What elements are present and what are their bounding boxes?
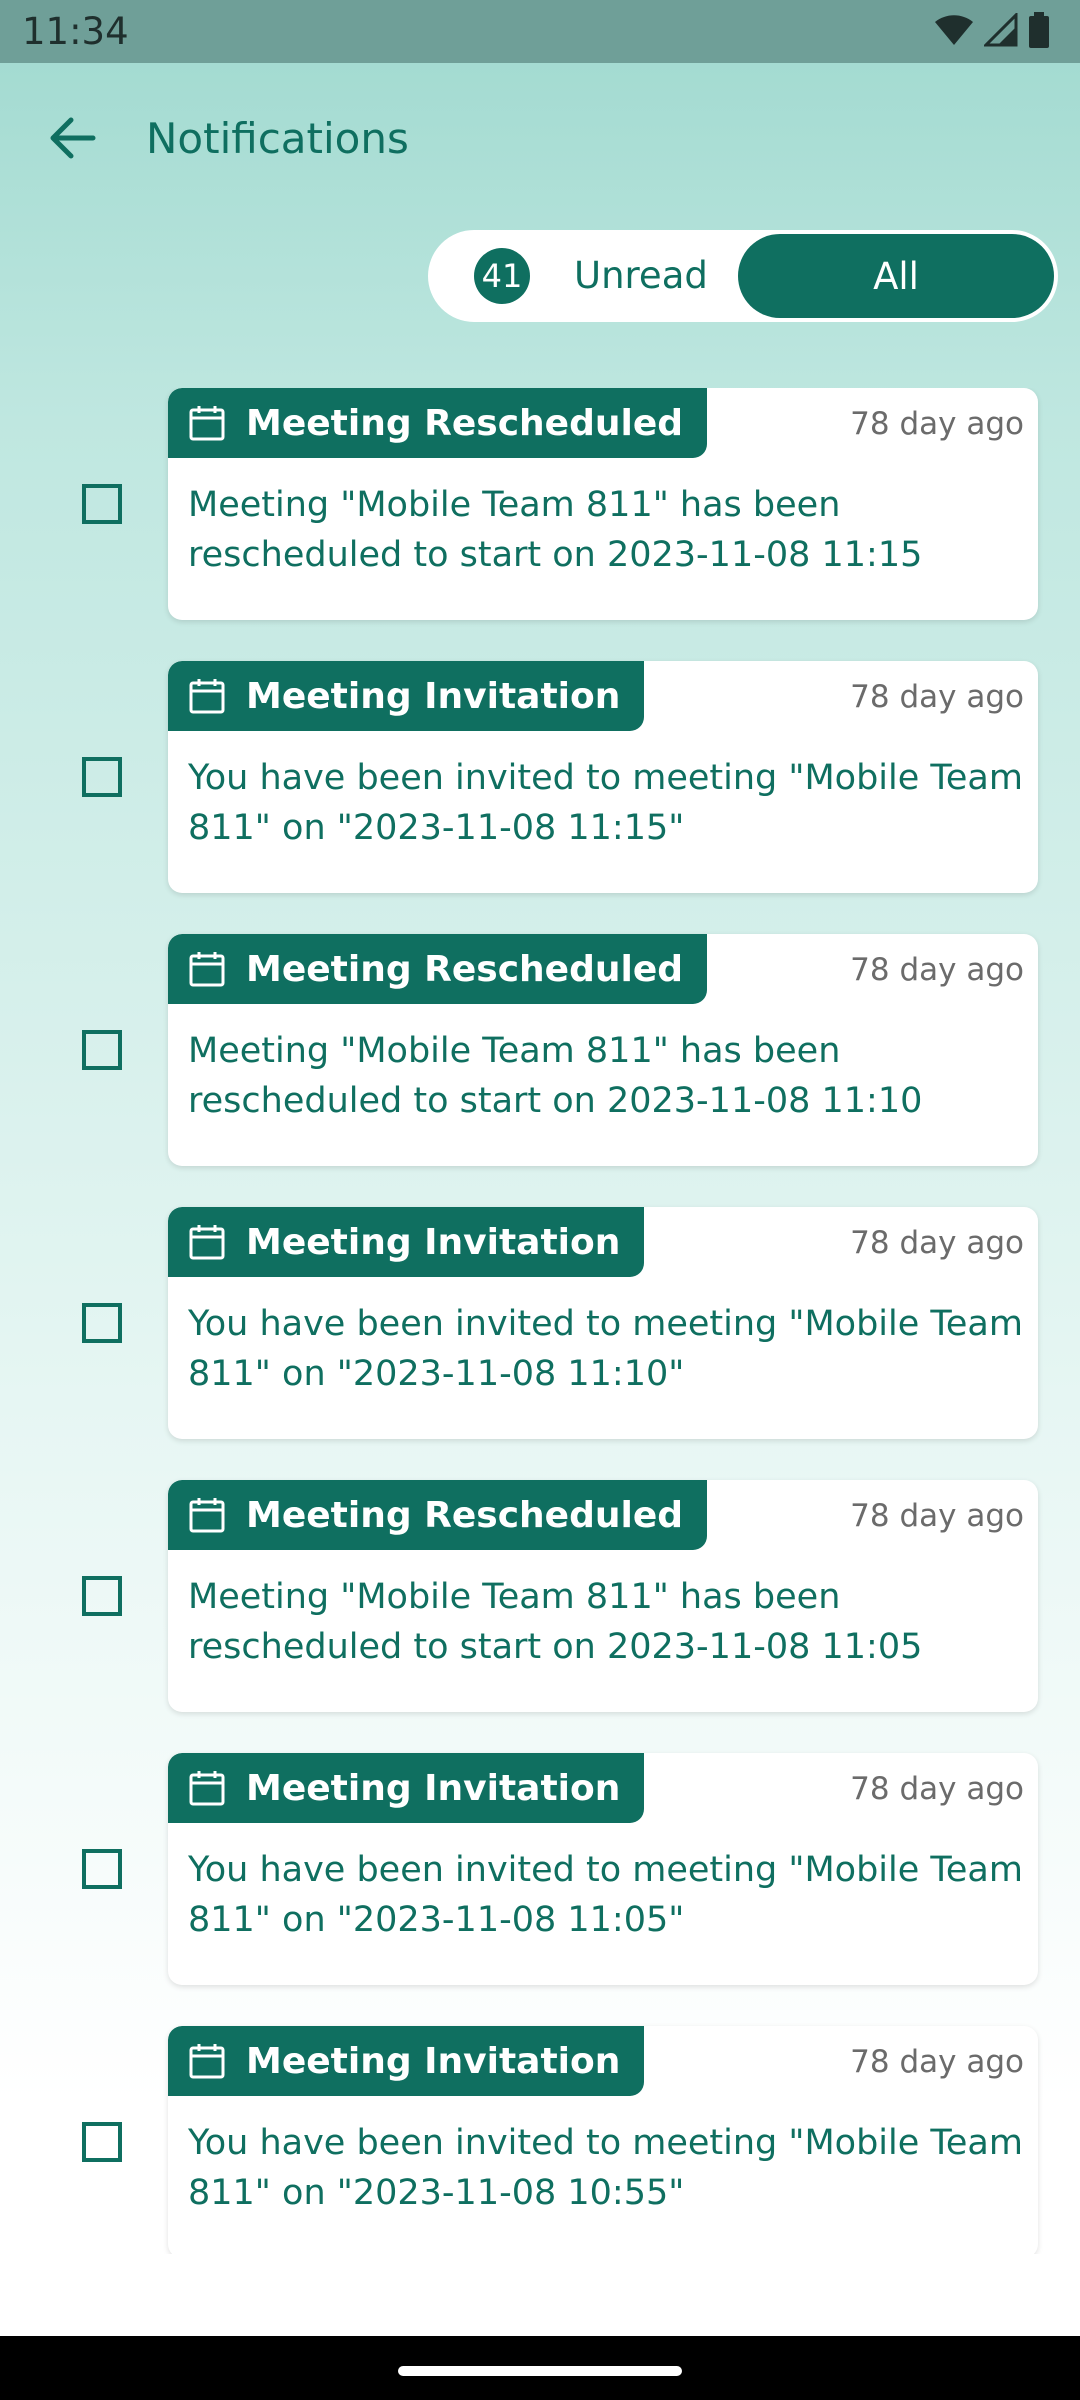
notification-checkbox[interactable] xyxy=(82,2122,122,2162)
notification-card[interactable]: Meeting Rescheduled 78 day ago Meeting "… xyxy=(168,934,1038,1166)
notification-list[interactable]: Meeting Rescheduled 78 day ago Meeting "… xyxy=(0,388,1080,2254)
unread-tab-label: Unread xyxy=(574,254,708,297)
notification-message: You have been invited to meeting "Mobile… xyxy=(188,2123,1023,2213)
notification-type-tag: Meeting Invitation xyxy=(168,661,645,731)
notification-type: Meeting Invitation xyxy=(246,1767,621,1809)
status-icons xyxy=(934,11,1050,52)
notification-checkbox[interactable] xyxy=(82,1576,122,1616)
notification-card[interactable]: Meeting Rescheduled 78 day ago Meeting "… xyxy=(168,1480,1038,1712)
notification-type: Meeting Invitation xyxy=(246,2040,621,2082)
back-button[interactable] xyxy=(40,107,106,173)
app-header: Notifications xyxy=(0,63,1080,211)
notification-message: You have been invited to meeting "Mobile… xyxy=(188,1304,1023,1394)
notification-message: Meeting "Mobile Team 811" has been resch… xyxy=(188,1577,923,1667)
status-time: 11:34 xyxy=(22,10,129,53)
notification-type: Meeting Rescheduled xyxy=(246,402,684,444)
notification-type-tag: Meeting Invitation xyxy=(168,1753,645,1823)
notification-time: 78 day ago xyxy=(850,2044,1024,2080)
notification-type-tag: Meeting Rescheduled xyxy=(168,934,708,1004)
list-item: Meeting Rescheduled 78 day ago Meeting "… xyxy=(0,934,1080,1166)
filter-toggle: 41 Unread All xyxy=(428,230,1058,322)
notification-type-tag: Meeting Invitation xyxy=(168,2026,645,2096)
notification-type: Meeting Rescheduled xyxy=(246,948,684,990)
notification-message: Meeting "Mobile Team 811" has been resch… xyxy=(188,1031,923,1121)
notification-type-tag: Meeting Rescheduled xyxy=(168,1480,708,1550)
status-bar: 11:34 xyxy=(0,0,1080,63)
notification-time: 78 day ago xyxy=(850,952,1024,988)
notification-card[interactable]: Meeting Invitation 78 day ago You have b… xyxy=(168,1207,1038,1439)
calendar-icon xyxy=(188,2042,226,2080)
calendar-icon xyxy=(188,1769,226,1807)
notification-time: 78 day ago xyxy=(850,1771,1024,1807)
home-indicator[interactable] xyxy=(398,2366,682,2376)
list-item: Meeting Rescheduled 78 day ago Meeting "… xyxy=(0,1480,1080,1712)
notification-time: 78 day ago xyxy=(850,1498,1024,1534)
notification-type-tag: Meeting Invitation xyxy=(168,1207,645,1277)
notification-message: You have been invited to meeting "Mobile… xyxy=(188,758,1023,848)
list-item: Meeting Invitation 78 day ago You have b… xyxy=(0,1207,1080,1439)
notification-time: 78 day ago xyxy=(850,679,1024,715)
notification-type: Meeting Invitation xyxy=(246,675,621,717)
list-item: Meeting Invitation 78 day ago You have b… xyxy=(0,1753,1080,1985)
battery-icon xyxy=(1028,12,1050,52)
list-item: Meeting Rescheduled 78 day ago Meeting "… xyxy=(0,388,1080,620)
calendar-icon xyxy=(188,950,226,988)
notification-message: You have been invited to meeting "Mobile… xyxy=(188,1850,1023,1940)
notification-checkbox[interactable] xyxy=(82,1030,122,1070)
notification-type: Meeting Rescheduled xyxy=(246,1494,684,1536)
notification-checkbox[interactable] xyxy=(82,1849,122,1889)
notification-checkbox[interactable] xyxy=(82,484,122,524)
notification-checkbox[interactable] xyxy=(82,1303,122,1343)
notification-card[interactable]: Meeting Rescheduled 78 day ago Meeting "… xyxy=(168,388,1038,620)
system-nav-bar xyxy=(0,2336,1080,2400)
page-title: Notifications xyxy=(146,114,409,163)
unread-tab[interactable]: 41 Unread xyxy=(432,234,742,318)
calendar-icon xyxy=(188,1223,226,1261)
calendar-icon xyxy=(188,404,226,442)
notification-time: 78 day ago xyxy=(850,406,1024,442)
notification-time: 78 day ago xyxy=(850,1225,1024,1261)
notification-checkbox[interactable] xyxy=(82,757,122,797)
notification-type-tag: Meeting Rescheduled xyxy=(168,388,708,458)
list-item: Meeting Invitation 78 day ago You have b… xyxy=(0,661,1080,893)
notification-message: Meeting "Mobile Team 811" has been resch… xyxy=(188,485,923,575)
all-tab-label: All xyxy=(873,254,919,298)
list-item: Meeting Invitation 78 day ago You have b… xyxy=(0,2026,1080,2254)
all-tab[interactable]: All xyxy=(738,234,1054,318)
notification-type: Meeting Invitation xyxy=(246,1221,621,1263)
signal-icon xyxy=(982,11,1018,51)
calendar-icon xyxy=(188,1496,226,1534)
notification-card[interactable]: Meeting Invitation 78 day ago You have b… xyxy=(168,1753,1038,1985)
calendar-icon xyxy=(188,677,226,715)
notification-card[interactable]: Meeting Invitation 78 day ago You have b… xyxy=(168,661,1038,893)
arrow-left-icon xyxy=(49,116,97,164)
wifi-icon xyxy=(934,13,974,51)
unread-count-badge: 41 xyxy=(474,248,530,304)
notification-card[interactable]: Meeting Invitation 78 day ago You have b… xyxy=(168,2026,1038,2254)
